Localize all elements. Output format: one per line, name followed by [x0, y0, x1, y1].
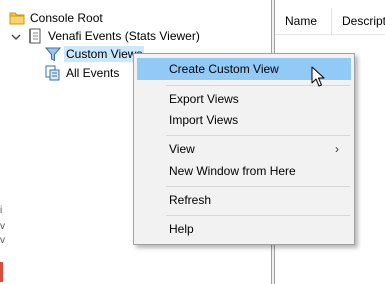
menu-item-help[interactable]: Help [137, 218, 351, 240]
filter-icon [45, 47, 61, 61]
tree-label-venafi-events: Venafi Events (Stats Viewer) [48, 28, 200, 43]
tree-node-console-root[interactable]: Console Root [9, 9, 105, 26]
menu-item-view[interactable]: View › [137, 138, 351, 160]
tree-label-all-events: All Events [66, 65, 120, 80]
event-log-icon [29, 28, 41, 43]
tree-label-console-root: Console Root [30, 10, 103, 25]
clipped-text-fragment: v [0, 221, 5, 232]
menu-separator [166, 186, 350, 187]
chevron-right-icon: › [335, 142, 339, 156]
tree-node-custom-views[interactable]: Custom Views [45, 45, 145, 62]
tree-node-venafi-events[interactable]: Venafi Events (Stats Viewer) [27, 27, 202, 44]
menu-item-refresh[interactable]: Refresh [137, 189, 351, 211]
menu-separator [166, 135, 350, 136]
mouse-pointer-icon [311, 66, 325, 87]
clipped-text-fragment: i [0, 205, 3, 216]
column-header-description[interactable]: Descriptio [332, 8, 385, 34]
tree-node-all-events[interactable]: All Events [45, 64, 121, 81]
chevron-down-icon[interactable] [11, 32, 21, 42]
menu-item-view-label: View [169, 142, 195, 156]
menu-separator [166, 215, 350, 216]
menu-item-import-views[interactable]: Import Views [137, 109, 351, 131]
column-header-name[interactable]: Name [275, 8, 332, 34]
menu-item-export-views[interactable]: Export Views [137, 88, 351, 110]
all-events-icon [45, 65, 60, 80]
list-header: Name Descriptio [275, 8, 385, 35]
clipped-text-fragment: v [0, 235, 5, 246]
folder-icon [9, 12, 25, 24]
menu-item-new-window-from-here[interactable]: New Window from Here [137, 160, 351, 182]
clipped-red-marker [0, 262, 3, 282]
